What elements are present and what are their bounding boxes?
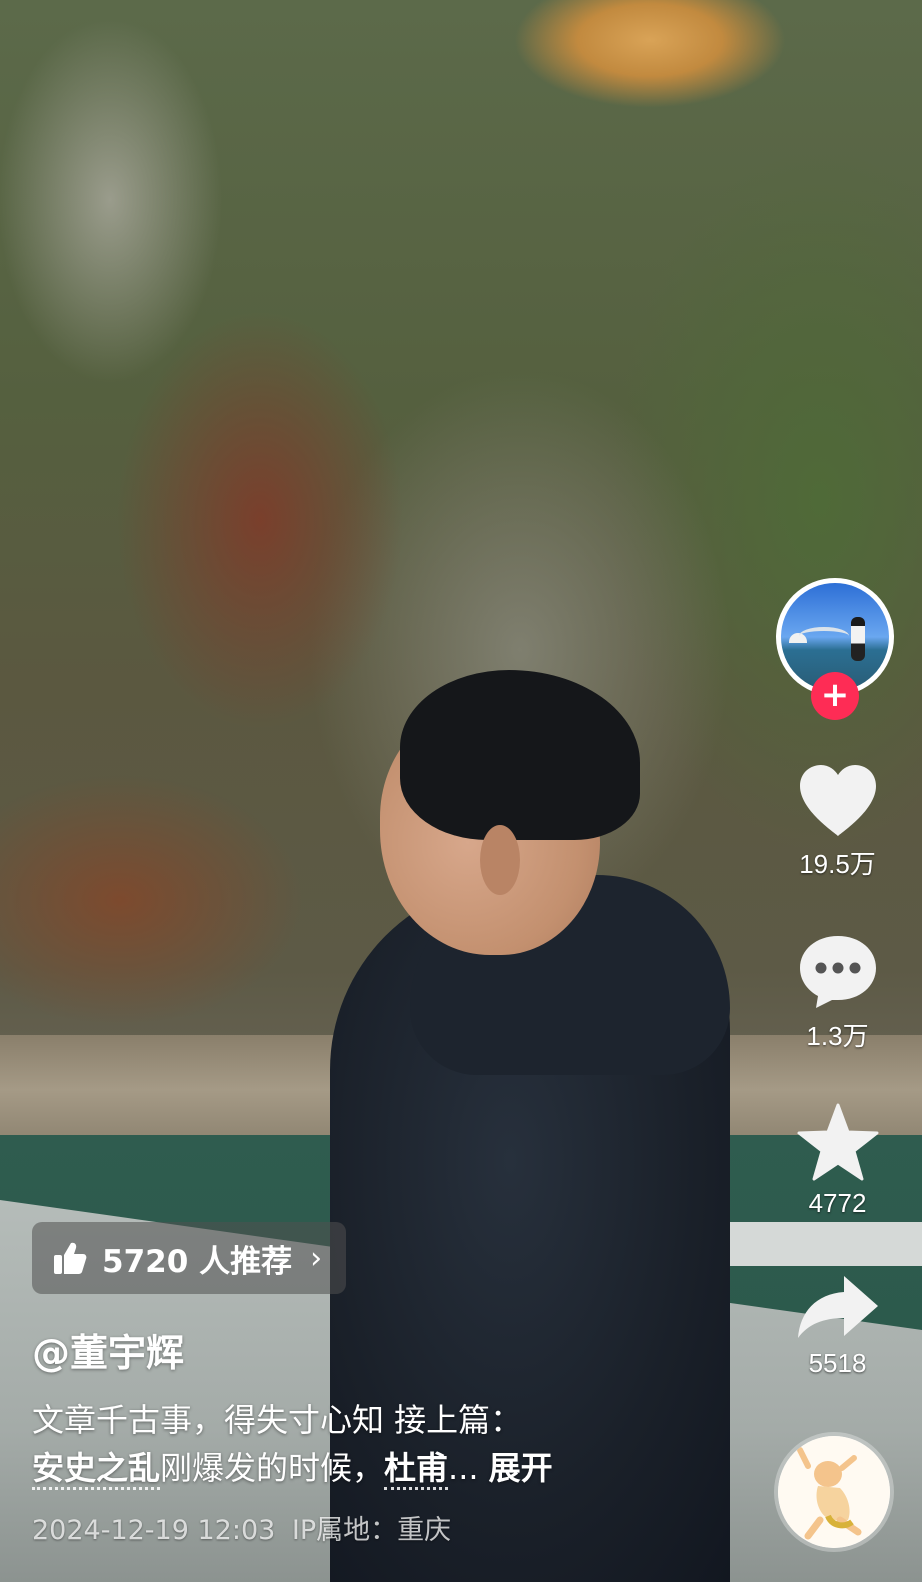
post-meta: 2024-12-19 12:03 IP属地：重庆 <box>32 1508 451 1547</box>
thumbs-up-icon <box>54 1242 87 1274</box>
favorite-count: 4772 <box>808 1188 867 1218</box>
bridge-shape <box>799 627 849 645</box>
share-count: 5518 <box>808 1348 867 1378</box>
description-middle: 刚爆发的时候， <box>160 1449 385 1487</box>
description-line-2: 安史之乱刚爆发的时候，杜甫... 展开 <box>32 1444 732 1492</box>
comment-count: 1.3万 <box>806 1021 869 1051</box>
comment-button[interactable]: 1.3万 <box>780 932 895 1053</box>
ear <box>480 825 520 895</box>
description-line-1: 文章千古事，得失寸心知 接上篇： <box>32 1401 523 1439</box>
share-button[interactable]: 5518 <box>780 1272 895 1379</box>
star-icon <box>797 1103 878 1181</box>
hair <box>400 670 640 840</box>
like-count: 19.5万 <box>799 849 876 879</box>
hashtag-keyword-2[interactable]: 杜甫 <box>384 1449 449 1490</box>
ip-location: IP属地：重庆 <box>291 1515 452 1546</box>
avatar-figure <box>851 617 865 661</box>
like-button[interactable]: 19.5万 <box>780 762 895 881</box>
author-name[interactable]: @董宇辉 <box>32 1322 184 1377</box>
chevron-right-icon: › <box>310 1240 323 1276</box>
share-arrow-icon <box>797 1276 878 1338</box>
expand-button[interactable]: 展开 <box>489 1449 553 1487</box>
post-description[interactable]: 文章千古事，得失寸心知 接上篇： 安史之乱刚爆发的时候，杜甫... 展开 <box>32 1396 732 1492</box>
recommend-pill[interactable]: 5720 人推荐 › <box>32 1222 346 1294</box>
heart-icon <box>799 765 876 836</box>
favorite-button[interactable]: 4772 <box>780 1102 895 1219</box>
ellipsis: ... <box>448 1449 479 1487</box>
comment-icon <box>799 936 876 1008</box>
post-timestamp: 2024-12-19 12:03 <box>32 1515 276 1546</box>
follow-button[interactable]: + <box>811 672 859 720</box>
cartoon-baby-icon <box>778 1436 890 1548</box>
recommend-text: 5720 人推荐 <box>102 1243 293 1280</box>
hashtag-keyword-1[interactable]: 安史之乱 <box>32 1449 161 1490</box>
music-disc[interactable] <box>778 1436 890 1548</box>
